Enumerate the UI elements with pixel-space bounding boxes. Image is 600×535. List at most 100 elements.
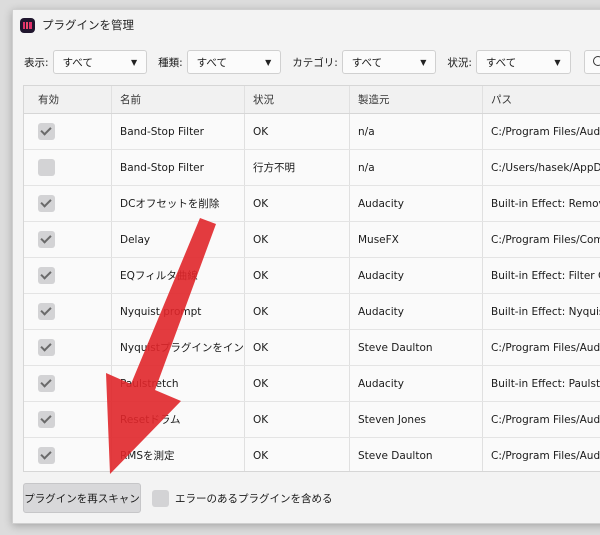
header-vendor[interactable]: 製造元 <box>350 86 483 113</box>
cell-name: Paulstretch <box>112 366 245 401</box>
include-errors-label: エラーのあるプラグインを含める <box>175 492 333 505</box>
cell-enabled <box>24 114 112 149</box>
table-row[interactable]: DCオフセットを削除 OK Audacity Built-in Effect: Rem… <box>24 186 600 222</box>
cell-vendor: Audacity <box>350 186 483 221</box>
cell-enabled <box>24 186 112 221</box>
filter-type-select[interactable]: すべて ▼ <box>186 50 282 74</box>
cell-vendor: Audacity <box>350 294 483 329</box>
cell-name: Delay <box>112 222 245 257</box>
table-row[interactable]: Band-Stop Filter 行方不明 n/a C:/Users/hasek/Ap… <box>24 150 600 186</box>
cell-path-text: Built-in Effect: Remove I <box>491 197 600 210</box>
cell-status-text: OK <box>253 449 269 462</box>
cell-vendor-text: n/a <box>358 125 375 138</box>
enabled-checkbox[interactable] <box>38 411 55 428</box>
cell-vendor: Audacity <box>350 258 483 293</box>
filter-category-label: カテゴリ: <box>292 56 338 69</box>
cell-path: Built-in Effect: Paulstretc <box>483 366 600 401</box>
filter-type-label: 種類: <box>158 56 183 69</box>
rescan-plugins-button[interactable]: プラグインを再スキャン <box>23 483 141 513</box>
enabled-checkbox[interactable] <box>38 159 55 176</box>
cell-name: Resetドラム <box>112 402 245 437</box>
header-enabled[interactable]: 有効 <box>24 86 112 113</box>
enabled-checkbox[interactable] <box>38 303 55 320</box>
cell-path-text: C:/Program Files/Audac <box>491 413 600 426</box>
cell-vendor-text: Steve Daulton <box>358 341 433 354</box>
table-body: Band-Stop Filter OK n/a C:/Program Files/Au… <box>24 114 600 471</box>
cell-enabled <box>24 294 112 329</box>
table-row[interactable]: Band-Stop Filter OK n/a C:/Program Files/Au… <box>24 114 600 150</box>
chevron-down-icon: ▼ <box>130 57 138 67</box>
cell-status-text: OK <box>253 197 269 210</box>
cell-status: OK <box>245 294 350 329</box>
cell-path: Built-in Effect: Filter Cur <box>483 258 600 293</box>
cell-name-text: Paulstretch <box>120 377 179 390</box>
cell-vendor-text: Audacity <box>358 269 404 282</box>
enabled-checkbox[interactable] <box>38 123 55 140</box>
table-row[interactable]: RMSを測定 OK Steve Daulton C:/Program Files/Au… <box>24 438 600 471</box>
cell-name: Band-Stop Filter <box>112 114 245 149</box>
header-name[interactable]: 名前 <box>112 86 245 113</box>
cell-enabled <box>24 366 112 401</box>
cell-path: C:/Program Files/Audac <box>483 330 600 365</box>
cell-name-text: RMSを測定 <box>120 450 175 462</box>
cell-vendor-text: n/a <box>358 161 375 174</box>
filter-show-select[interactable]: すべて ▼ <box>52 50 148 74</box>
cell-vendor: MuseFX <box>350 222 483 257</box>
enabled-checkbox[interactable] <box>38 447 55 464</box>
cell-name-text: Band-Stop Filter <box>120 161 204 174</box>
cell-status-text: OK <box>253 233 269 246</box>
cell-vendor-text: Audacity <box>358 197 404 210</box>
cell-status-text: OK <box>253 377 269 390</box>
cell-name: Nyquist prompt <box>112 294 245 329</box>
cell-name-text: Resetドラム <box>120 414 181 426</box>
cell-status: OK <box>245 330 350 365</box>
include-errors-checkbox[interactable] <box>152 489 169 507</box>
table-row[interactable]: Resetドラム OK Steven Jones C:/Program Files/A… <box>24 402 600 438</box>
cell-path: Built-in Effect: Nyquist p <box>483 294 600 329</box>
cell-path: Built-in Effect: Remove I <box>483 186 600 221</box>
filter-category-value: すべて <box>351 56 383 69</box>
filter-show-label: 表示: <box>24 56 49 69</box>
cell-name: RMSを測定 <box>112 438 245 471</box>
cell-name: DCオフセットを削除 <box>112 186 245 221</box>
cell-vendor-text: Steven Jones <box>358 413 427 426</box>
plugin-manager-window: プラグインを管理 表示: すべて ▼ 種類: すべて ▼ カテゴリ: すべて ▼… <box>12 9 600 524</box>
cell-enabled <box>24 258 112 293</box>
cell-enabled <box>24 402 112 437</box>
filter-show-value: すべて <box>62 56 93 69</box>
cell-status-text: OK <box>253 269 269 282</box>
cell-path-text: C:/Users/hasek/AppData <box>491 161 600 174</box>
cell-path-text: Built-in Effect: Nyquist p <box>491 305 600 318</box>
plugin-table: 有効 名前 状況 製造元 パス Band-Stop Filter OK n/a C:/… <box>23 85 600 472</box>
cell-name-text: EQフィルタ曲線 <box>120 270 198 282</box>
header-status[interactable]: 状況 <box>245 86 350 113</box>
cell-enabled <box>24 438 112 471</box>
table-row[interactable]: Paulstretch OK Audacity Built-in Effect: Pa… <box>24 366 600 402</box>
table-row[interactable]: Nyquistプラグインをインス... OK Steve Daulton C:/Pro… <box>24 330 600 366</box>
table-row[interactable]: Nyquist prompt OK Audacity Built-in Effect:… <box>24 294 600 330</box>
cell-path-text: C:/Program Files/Audac <box>491 341 600 354</box>
filter-category-select[interactable]: すべて ▼ <box>341 50 437 74</box>
enabled-checkbox[interactable] <box>38 231 55 248</box>
cell-path-text: C:/Program Files/Comm <box>491 233 600 246</box>
enabled-checkbox[interactable] <box>38 375 55 392</box>
enabled-checkbox[interactable] <box>38 267 55 284</box>
cell-name-text: Nyquist prompt <box>120 305 202 318</box>
cell-path-text: C:/Program Files/Audac <box>491 125 600 138</box>
cell-enabled <box>24 222 112 257</box>
search-icon[interactable] <box>583 50 600 74</box>
cell-status-text: OK <box>253 341 269 354</box>
header-path[interactable]: パス <box>483 86 600 113</box>
cell-status-text: OK <box>253 125 269 138</box>
cell-name-text: Delay <box>120 233 151 246</box>
enabled-checkbox[interactable] <box>38 339 55 356</box>
enabled-checkbox[interactable] <box>38 195 55 212</box>
cell-enabled <box>24 330 112 365</box>
table-row[interactable]: EQフィルタ曲線 OK Audacity Built-in Effect: Filte… <box>24 258 600 294</box>
footer: プラグインを再スキャン エラーのあるプラグインを含める <box>23 483 333 513</box>
table-row[interactable]: Delay OK MuseFX C:/Program Files/Comm <box>24 222 600 258</box>
cell-status: OK <box>245 222 350 257</box>
cell-vendor: Steven Jones <box>350 402 483 437</box>
filter-type-value: すべて <box>196 56 228 69</box>
filter-status-select[interactable]: すべて ▼ <box>475 50 571 74</box>
